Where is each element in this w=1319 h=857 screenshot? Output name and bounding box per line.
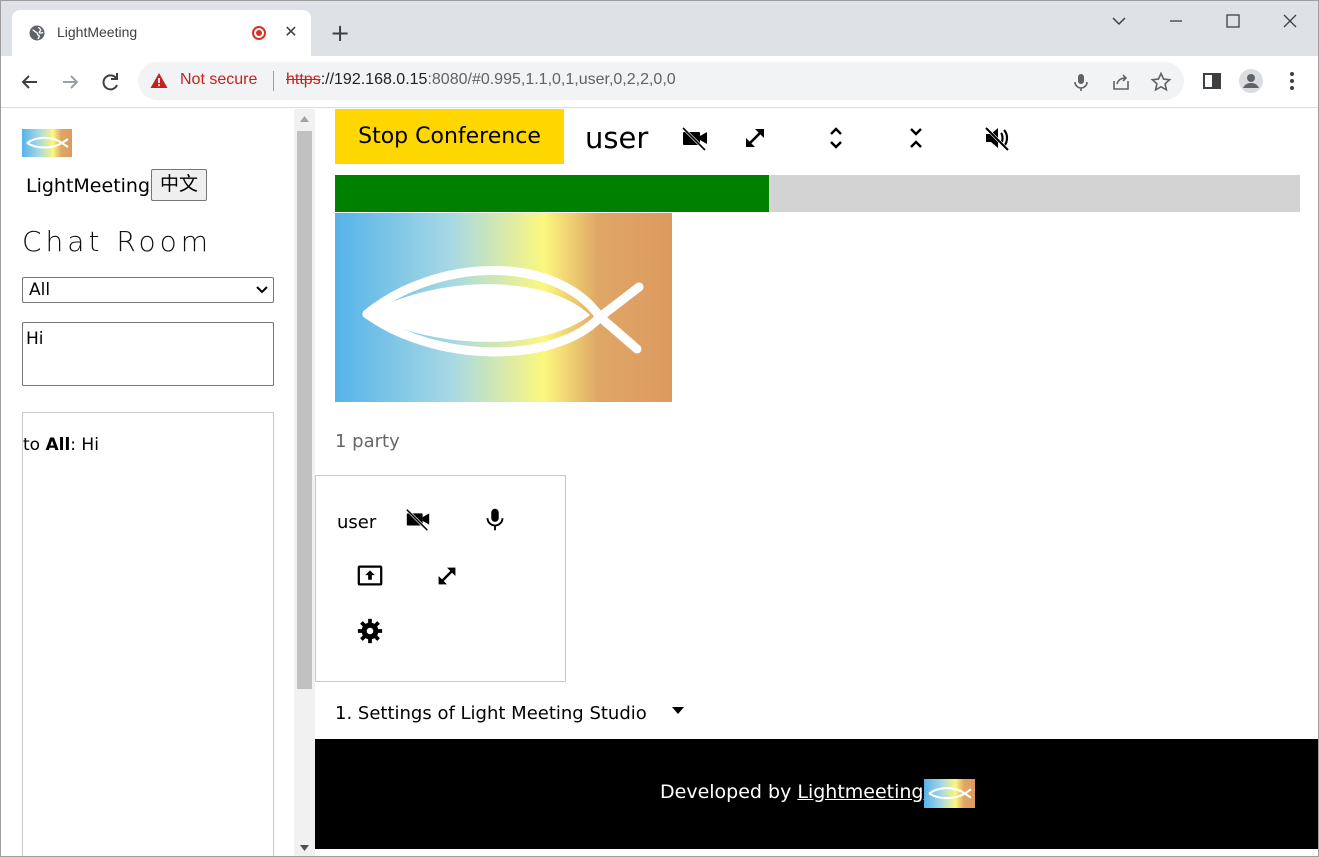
chat-room-title: Chat Room: [22, 225, 213, 258]
tab-title: LightMeeting: [57, 24, 138, 40]
videocam-off-icon[interactable]: [404, 505, 432, 533]
videocam-off-icon[interactable]: [680, 123, 710, 153]
more-menu-icon[interactable]: [1279, 68, 1305, 94]
forward-icon[interactable]: [56, 68, 84, 96]
footer: Developed by Lightmeeting: [315, 739, 1318, 849]
maximize-icon[interactable]: [1218, 7, 1248, 35]
warning-icon[interactable]: [150, 72, 168, 90]
expand-icon[interactable]: [740, 123, 770, 153]
message-input[interactable]: Hi: [22, 322, 274, 386]
footer-prefix: Developed by: [660, 781, 798, 803]
address-bar[interactable]: Not secure https://192.168.0.15:8080/#0.…: [138, 62, 1184, 100]
brand-name: LightMeeting: [26, 175, 151, 197]
scroll-down-arrow-icon[interactable]: [300, 845, 309, 851]
progress-fill: [335, 175, 770, 212]
expand-icon[interactable]: [433, 562, 461, 590]
current-user-name: user: [585, 121, 649, 155]
progress-bar: [335, 175, 1300, 212]
recipient-selected-value: All: [29, 280, 51, 300]
screen-share-icon[interactable]: [356, 562, 384, 590]
lightmeeting-logo: [22, 129, 72, 157]
tab-search-icon[interactable]: [1104, 7, 1134, 35]
footer-credit: Developed by Lightmeeting: [660, 781, 924, 803]
chat-message-target: All: [45, 435, 71, 455]
globe-icon: [29, 25, 45, 41]
unfold-less-icon[interactable]: [901, 123, 931, 153]
volume-off-icon[interactable]: [982, 123, 1012, 153]
unfold-more-icon[interactable]: [821, 123, 851, 153]
side-panel-icon[interactable]: [1199, 68, 1225, 94]
tab-strip: LightMeeting ✕ +: [1, 1, 1318, 56]
recipient-select[interactable]: All: [22, 277, 274, 303]
chat-message-text: : Hi: [70, 435, 99, 455]
url-scheme: https: [286, 71, 321, 88]
gear-icon[interactable]: [356, 617, 384, 645]
stop-conference-button[interactable]: Stop Conference: [335, 109, 564, 164]
mic-icon[interactable]: [481, 505, 509, 533]
chat-log: to All: Hi: [22, 412, 274, 856]
tab-close-icon[interactable]: ✕: [281, 22, 301, 42]
url-path: :8080/#0.995,1.1,0,1,user,0,2,2,0,0: [427, 71, 676, 88]
chevron-down-icon: [256, 286, 268, 294]
profile-avatar-icon[interactable]: [1238, 68, 1264, 94]
settings-section-toggle[interactable]: 1. Settings of Light Meeting Studio: [335, 703, 647, 724]
footer-link[interactable]: Lightmeeting: [797, 781, 923, 803]
recording-indicator-icon: [252, 26, 266, 40]
bottom-strip: [315, 849, 1318, 856]
conference-main: Stop Conference user 1 party user 1. Set…: [315, 109, 1318, 856]
back-icon[interactable]: [16, 68, 44, 96]
message-input-value: Hi: [26, 329, 44, 349]
tab-lightmeeting[interactable]: LightMeeting ✕: [12, 10, 311, 56]
local-video-tile: [335, 213, 672, 402]
close-window-icon[interactable]: [1275, 7, 1305, 35]
language-toggle-button[interactable]: 中文: [151, 169, 207, 201]
minimize-icon[interactable]: [1161, 7, 1191, 35]
lightmeeting-logo: [924, 779, 975, 808]
browser-toolbar: Not secure https://192.168.0.15:8080/#0.…: [1, 56, 1318, 108]
bookmark-star-icon[interactable]: [1150, 71, 1172, 93]
url-text[interactable]: https://192.168.0.15:8080/#0.995,1.1,0,1…: [286, 71, 676, 89]
scroll-up-arrow-icon[interactable]: [300, 116, 309, 122]
participant-card: user: [315, 475, 566, 682]
address-separator: [273, 71, 274, 91]
url-host: ://192.168.0.15: [320, 71, 428, 88]
not-secure-label[interactable]: Not secure: [180, 71, 257, 89]
chat-sidebar: LightMeeting 中文 Chat Room All Hi to All:…: [1, 109, 294, 856]
sidebar-scrollbar[interactable]: [294, 109, 315, 856]
chat-message: to All: Hi: [23, 435, 99, 455]
party-count: 1 party: [335, 431, 400, 452]
share-icon[interactable]: [1110, 71, 1132, 93]
participant-name: user: [337, 512, 377, 533]
caret-down-icon[interactable]: [671, 705, 685, 715]
reload-icon[interactable]: [96, 68, 124, 96]
chat-message-prefix: to: [23, 435, 46, 455]
voice-search-icon[interactable]: [1070, 71, 1092, 93]
browser-window: LightMeeting ✕ + Not secure https://192.…: [0, 0, 1319, 857]
scrollbar-thumb[interactable]: [297, 131, 312, 689]
new-tab-button[interactable]: +: [327, 21, 353, 47]
